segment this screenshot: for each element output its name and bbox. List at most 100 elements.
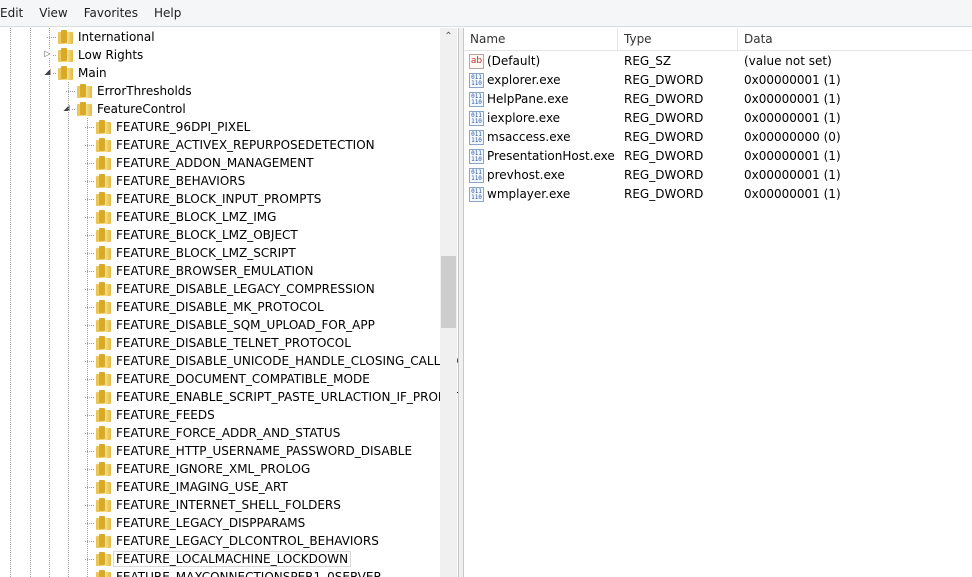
tree-node-label: FeatureControl <box>97 102 186 116</box>
collapsed-arrow-icon[interactable]: ▷ <box>43 49 52 58</box>
dword-value-icon: 011 110 <box>469 73 484 88</box>
value-data: 0x00000000 (0) <box>744 130 841 144</box>
tree-node[interactable]: FeatureControl <box>77 100 186 118</box>
value-row[interactable]: 011 110 iexplore.exe REG_DWORD 0x00000001 (1… <box>464 109 972 128</box>
tree-connector <box>85 559 94 560</box>
tree-connector <box>85 541 94 542</box>
value-data: 0x00000001 (1) <box>744 73 841 87</box>
tree-node[interactable]: FEATURE_LEGACY_DLCONTROL_BEHAVIORS <box>96 532 379 550</box>
folder-icon <box>96 408 111 422</box>
folder-icon <box>96 498 111 512</box>
tree-connector <box>85 235 94 236</box>
tree-node[interactable]: FEATURE_DISABLE_UNICODE_HANDLE_CLOSING_C… <box>96 352 458 370</box>
menu-view[interactable]: View <box>31 6 75 20</box>
tree-connector <box>85 433 94 434</box>
tree-node-label: FEATURE_MAXCONNECTIONSPER1_0SERVER <box>116 570 382 577</box>
tree-node[interactable]: FEATURE_HTTP_USERNAME_PASSWORD_DISABLE <box>96 442 412 460</box>
tree-node-label: FEATURE_IMAGING_USE_ART <box>116 480 288 494</box>
value-row[interactable]: 011 110 prevhost.exe REG_DWORD 0x00000001 (1… <box>464 166 972 185</box>
tree-node[interactable]: FEATURE_BLOCK_LMZ_SCRIPT <box>96 244 296 262</box>
tree-node[interactable]: FEATURE_DISABLE_MK_PROTOCOL <box>96 298 324 316</box>
tree-node[interactable]: FEATURE_BLOCK_INPUT_PROMPTS <box>96 190 321 208</box>
tree-connector <box>85 289 94 290</box>
tree-node[interactable]: Low Rights <box>58 46 143 64</box>
value-row[interactable]: 011 110 explorer.exe REG_DWORD 0x00000001 (1… <box>464 71 972 90</box>
folder-icon <box>96 552 111 566</box>
value-row[interactable]: 011 110 HelpPane.exe REG_DWORD 0x00000001 (1… <box>464 90 972 109</box>
tree-node-label: FEATURE_IGNORE_XML_PROLOG <box>116 462 311 476</box>
tree-node[interactable]: FEATURE_ENABLE_SCRIPT_PASTE_URLACTION_IF… <box>96 388 458 406</box>
tree-node[interactable]: FEATURE_DOCUMENT_COMPATIBLE_MODE <box>96 370 370 388</box>
column-header-data[interactable]: Data <box>738 28 972 51</box>
tree-connector <box>85 163 94 164</box>
folder-icon <box>96 282 111 296</box>
tree-node[interactable]: International <box>58 28 155 46</box>
tree-node[interactable]: FEATURE_BLOCK_LMZ_OBJECT <box>96 226 298 244</box>
tree-node[interactable]: FEATURE_BLOCK_LMZ_IMG <box>96 208 276 226</box>
menu-edit[interactable]: Edit <box>0 6 31 20</box>
expanded-arrow-icon[interactable]: ◢ <box>43 67 52 76</box>
folder-icon <box>58 48 73 62</box>
tree-node[interactable]: FEATURE_ACTIVEX_REPURPOSEDETECTION <box>96 136 375 154</box>
folder-icon <box>96 390 111 404</box>
value-name: prevhost.exe <box>487 168 565 182</box>
registry-key-tree: International Low Rights ▷ Main ◢ ErrorThresh… <box>0 28 458 577</box>
folder-icon <box>96 516 111 530</box>
tree-node[interactable]: FEATURE_IGNORE_XML_PROLOG <box>96 460 310 478</box>
folder-icon <box>58 66 73 80</box>
folder-icon <box>96 264 111 278</box>
folder-icon <box>96 156 111 170</box>
tree-node[interactable]: FEATURE_ADDON_MANAGEMENT <box>96 154 314 172</box>
tree-node[interactable]: FEATURE_MAXCONNECTIONSPER1_0SERVER <box>96 568 382 577</box>
folder-icon <box>96 246 111 260</box>
value-data: (value not set) <box>744 54 832 68</box>
value-data: 0x00000001 (1) <box>744 168 841 182</box>
tree-node[interactable]: FEATURE_IMAGING_USE_ART <box>96 478 288 496</box>
tree-node[interactable]: FEATURE_LOCALMACHINE_LOCKDOWN <box>96 550 352 568</box>
tree-node-label: FEATURE_DISABLE_TELNET_PROTOCOL <box>116 336 351 350</box>
value-name: (Default) <box>487 54 541 68</box>
dword-value-icon: 011 110 <box>469 111 484 126</box>
tree-guide-line <box>10 28 11 577</box>
value-row[interactable]: ab (Default) REG_SZ (value not set) <box>464 52 972 71</box>
tree-node[interactable]: FEATURE_BEHAVIORS <box>96 172 245 190</box>
value-type: REG_SZ <box>624 54 672 68</box>
folder-icon <box>58 30 73 44</box>
tree-node[interactable]: ErrorThresholds <box>77 82 192 100</box>
dword-value-icon: 011 110 <box>469 149 484 164</box>
tree-node-label: FEATURE_LOCALMACHINE_LOCKDOWN <box>113 551 352 567</box>
value-type: REG_DWORD <box>624 73 704 87</box>
tree-node[interactable]: Main <box>58 64 107 82</box>
tree-node[interactable]: FEATURE_BROWSER_EMULATION <box>96 262 313 280</box>
tree-node[interactable]: FEATURE_INTERNET_SHELL_FOLDERS <box>96 496 341 514</box>
expanded-arrow-icon[interactable]: ◢ <box>62 103 71 112</box>
tree-node[interactable]: FEATURE_FORCE_ADDR_AND_STATUS <box>96 424 340 442</box>
value-row[interactable]: 011 110 msaccess.exe REG_DWORD 0x00000000 (0… <box>464 128 972 147</box>
menu-help[interactable]: Help <box>146 6 189 20</box>
folder-icon <box>96 120 111 134</box>
folder-icon <box>96 174 111 188</box>
value-type: REG_DWORD <box>624 168 704 182</box>
menu-favorites[interactable]: Favorites <box>76 6 146 20</box>
tree-node-label: FEATURE_96DPI_PIXEL <box>116 120 251 134</box>
value-data: 0x00000001 (1) <box>744 92 841 106</box>
scroll-up-arrow-icon[interactable]: ⌃ <box>440 28 457 45</box>
folder-icon <box>96 354 111 368</box>
tree-node[interactable]: FEATURE_DISABLE_SQM_UPLOAD_FOR_APP <box>96 316 375 334</box>
tree-connector <box>85 469 94 470</box>
tree-node[interactable]: FEATURE_96DPI_PIXEL <box>96 118 250 136</box>
folder-icon <box>96 570 111 577</box>
value-row[interactable]: 011 110 wmplayer.exe REG_DWORD 0x00000001 (1… <box>464 185 972 204</box>
tree-node[interactable]: FEATURE_DISABLE_LEGACY_COMPRESSION <box>96 280 375 298</box>
tree-node[interactable]: FEATURE_FEEDS <box>96 406 215 424</box>
tree-connector <box>85 217 94 218</box>
tree-scrollbar[interactable]: ⌃ <box>440 28 457 577</box>
scrollbar-thumb[interactable] <box>441 256 456 328</box>
tree-node[interactable]: FEATURE_LEGACY_DISPPARAMS <box>96 514 305 532</box>
tree-node-label: FEATURE_LEGACY_DLCONTROL_BEHAVIORS <box>116 534 379 548</box>
column-header-name[interactable]: Name <box>464 28 618 51</box>
folder-icon <box>96 372 111 386</box>
tree-node[interactable]: FEATURE_DISABLE_TELNET_PROTOCOL <box>96 334 351 352</box>
column-header-type[interactable]: Type <box>618 28 738 51</box>
value-row[interactable]: 011 110 PresentationHost.exe REG_DWORD 0x000… <box>464 147 972 166</box>
